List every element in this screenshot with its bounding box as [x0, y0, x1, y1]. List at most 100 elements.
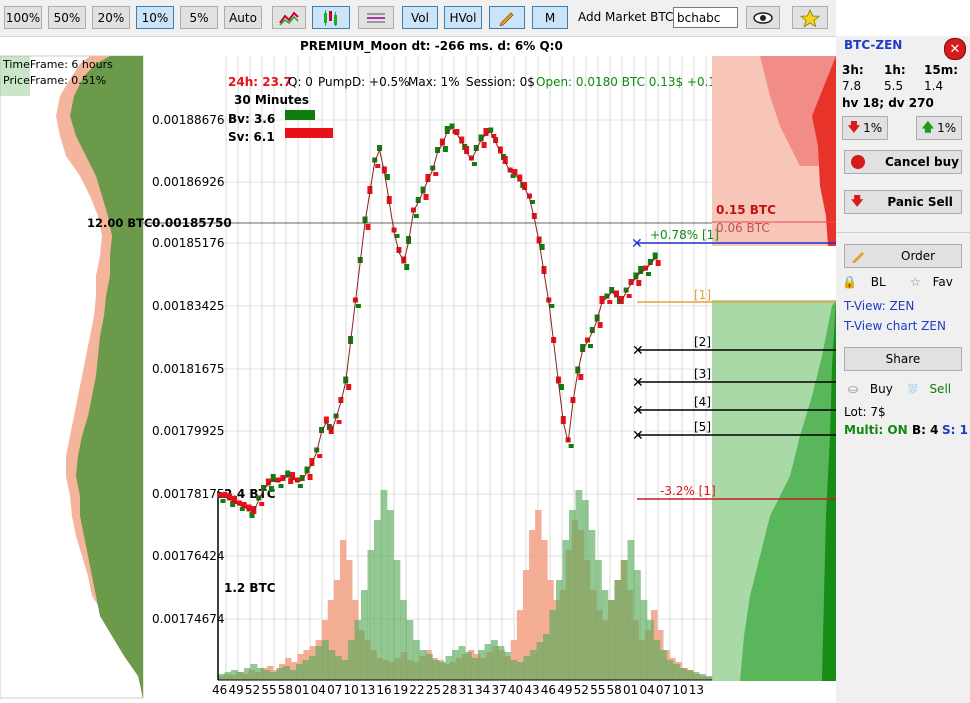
- buy-volume-bar: [302, 660, 310, 680]
- buy-volume-bar: [315, 646, 323, 680]
- buy-volume-bar: [393, 560, 401, 680]
- time-label: 55: [261, 683, 276, 697]
- vol-label-mid: 1.2 BTC: [224, 581, 276, 595]
- buy-toggle[interactable]: ⛀ Buy: [848, 382, 893, 396]
- buy-volume-bar: [263, 670, 271, 680]
- zoom-auto-button[interactable]: Auto: [224, 6, 262, 29]
- buy-line-4-marker[interactable]: ✕: [632, 403, 644, 419]
- buy-volume-bar: [270, 672, 277, 680]
- hvol-button[interactable]: HVol: [444, 6, 482, 29]
- tview-link[interactable]: T-View: ZEN: [844, 299, 914, 313]
- buy-line-5-label: [5]: [694, 420, 711, 434]
- candle: [278, 484, 284, 488]
- candle: [346, 384, 352, 390]
- buy-line-2-marker[interactable]: ✕: [632, 343, 644, 359]
- price-label: 0.00174674: [152, 612, 225, 626]
- buy-volume-bar: [699, 674, 706, 680]
- stat-open: Open: 0.0180 BTC 0.13$ +0.1%: [536, 75, 727, 89]
- buy-volume-bar: [491, 640, 498, 680]
- candle: [413, 214, 419, 218]
- time-label: 40: [508, 683, 523, 697]
- buy-volume-bar: [575, 490, 583, 680]
- blacklist-toggle[interactable]: 🔒 BL: [842, 275, 886, 289]
- vol-button[interactable]: Vol: [402, 6, 438, 29]
- zoom-100-button[interactable]: 100%: [4, 6, 42, 29]
- buy-volume-bar: [536, 642, 544, 680]
- chart-area[interactable]: TimeFrame: 6 hours PriceFrame: 0.51% 12.…: [0, 36, 836, 703]
- panic-sell-button[interactable]: 🡇 Panic Sell: [844, 190, 962, 214]
- candles-toggle-button[interactable]: [312, 6, 350, 29]
- zoom-20-button[interactable]: 20%: [92, 6, 130, 29]
- buy-volume-bar: [647, 620, 654, 680]
- share-button[interactable]: Share: [844, 347, 962, 371]
- time-label: 01: [294, 683, 309, 697]
- h3-value: 7.8: [842, 79, 862, 93]
- ice-cube-icon: ⛆: [908, 382, 918, 396]
- cancel-buy-button[interactable]: Cancel buy: [844, 150, 962, 174]
- sv-bar: [285, 128, 333, 138]
- buy-volume-bar: [257, 668, 264, 680]
- zoom-5-button[interactable]: 5%: [180, 6, 218, 29]
- time-label: 34: [475, 683, 490, 697]
- candle: [268, 486, 274, 492]
- candle: [297, 484, 303, 488]
- indicator-toggle-button[interactable]: [272, 6, 306, 29]
- increase-1pct-button[interactable]: 🡅 1%: [916, 116, 962, 140]
- time-label: 31: [459, 683, 474, 697]
- candle: [578, 374, 584, 380]
- share-label: Share: [885, 352, 921, 366]
- buy-volume-bar: [471, 658, 479, 680]
- time-label: 13: [689, 683, 704, 697]
- interval-label: 30 Minutes: [234, 93, 309, 107]
- close-market-button[interactable]: ✕: [944, 38, 966, 60]
- buy-volume-bar: [601, 590, 609, 680]
- tview-chart-link[interactable]: T-View chart ZEN: [844, 319, 946, 333]
- buy-volume-bar: [367, 550, 375, 680]
- order-button[interactable]: Order: [844, 244, 962, 268]
- candle: [423, 194, 429, 200]
- star-icon: ☆: [910, 275, 921, 289]
- buy-volume-bar: [452, 650, 459, 680]
- price-label: 0.00186926: [152, 175, 225, 189]
- buy-volume-bar: [484, 644, 492, 680]
- order-book-depth: [712, 56, 836, 681]
- buy-line-5-marker[interactable]: ✕: [632, 428, 644, 444]
- zoom-10-button[interactable]: 10%: [136, 6, 174, 29]
- draw-tool-button[interactable]: [489, 6, 525, 29]
- candle: [483, 128, 489, 136]
- time-label: 55: [590, 683, 605, 697]
- buy-volume-bar: [666, 660, 674, 680]
- time-label: 43: [524, 683, 539, 697]
- add-market-input[interactable]: [673, 7, 738, 28]
- lot-label: Lot: 7$: [844, 405, 886, 419]
- buy-volume-bar: [692, 672, 700, 680]
- decrease-1pct-button[interactable]: 🡇 1%: [842, 116, 888, 140]
- m-button[interactable]: M: [532, 6, 568, 29]
- sell-toggle[interactable]: ⛆ Sell: [908, 382, 951, 397]
- candle: [404, 264, 410, 270]
- buy-line-3-label: [3]: [694, 367, 711, 381]
- view-toggle-button[interactable]: [746, 6, 780, 29]
- grid-lines-button[interactable]: [358, 6, 394, 29]
- time-label: 04: [311, 683, 326, 697]
- take-profit-marker[interactable]: ✕: [631, 236, 643, 252]
- sv-label: Sv: 6.1: [228, 130, 275, 144]
- favorite-button[interactable]: [792, 6, 828, 29]
- time-label: 01: [623, 683, 638, 697]
- multi-status[interactable]: Multi: ON: [844, 423, 908, 437]
- sell-volume-label: 0.15 BTC: [716, 203, 776, 217]
- buy-volume-bar: [361, 590, 368, 680]
- h3-label: 3h:: [842, 63, 864, 77]
- price-label: 0.00188676: [152, 113, 225, 127]
- time-label: 46: [541, 683, 556, 697]
- sell-volume-label-2: 0.06 BTC: [716, 221, 770, 235]
- favorite-toggle[interactable]: ☆ Fav: [910, 275, 953, 289]
- candle: [636, 280, 642, 286]
- price-chart[interactable]: TimeFrame: 6 hours PriceFrame: 0.51% 12.…: [0, 36, 836, 703]
- take-profit-label: +0.78% [1]: [650, 228, 719, 242]
- increase-label: 1%: [937, 121, 957, 135]
- buy-line-4-label: [4]: [694, 395, 711, 409]
- stop-loss-label: -3.2% [1]: [660, 484, 716, 498]
- buy-line-3-marker[interactable]: ✕: [632, 375, 644, 391]
- zoom-50-button[interactable]: 50%: [48, 6, 86, 29]
